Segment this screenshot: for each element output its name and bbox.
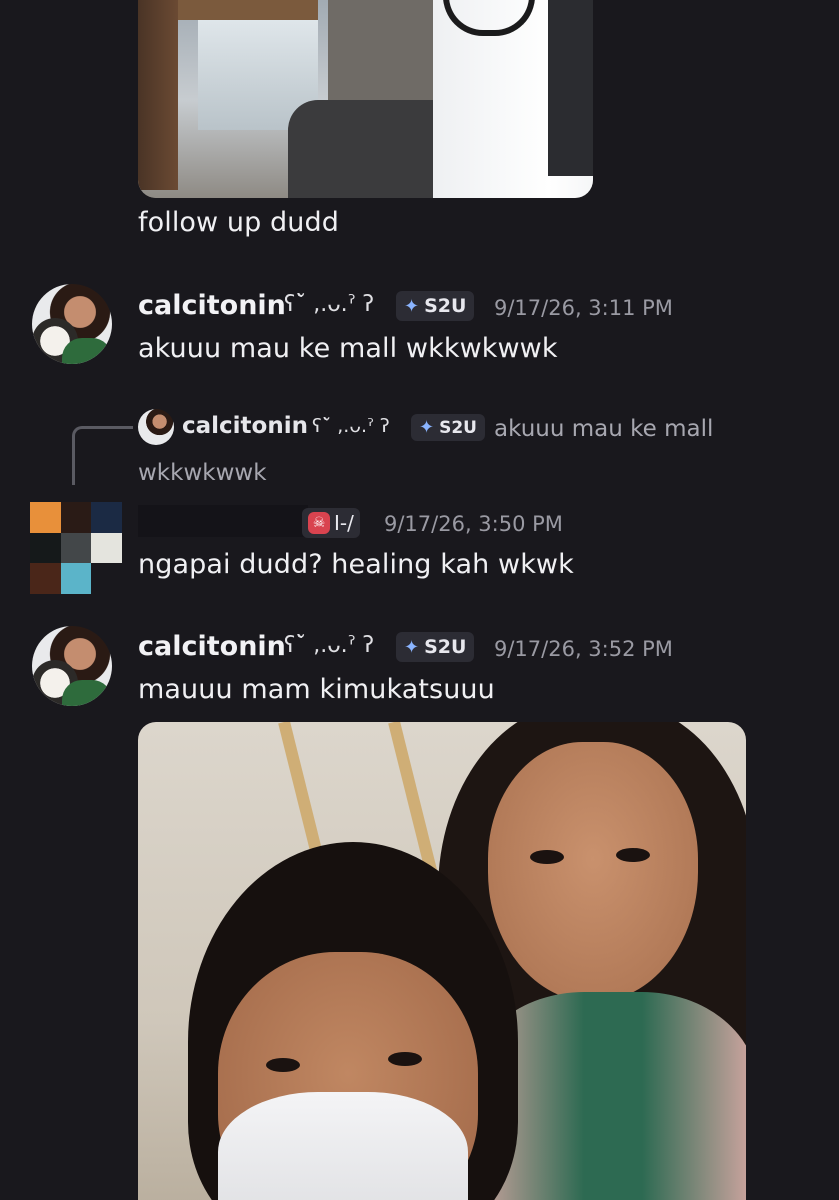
butterfly-icon: ✦ [404,636,420,658]
avatar[interactable] [32,284,112,364]
skull-icon: ☠ [308,512,330,534]
server-tag[interactable]: ✦ S2U [396,632,475,662]
username-decoration: ʕ˘̀ ,.ᴗ.ˀ ʔ [284,292,375,317]
server-tag[interactable]: ✦ S2U [396,291,475,321]
server-tag-label: S2U [424,295,467,317]
butterfly-icon: ✦ [419,417,435,438]
timestamp: 9/17/26, 3:11 PM [494,296,673,320]
reply-avatar[interactable] [138,409,174,445]
message-text: ngapai dudd? healing kah wkwk [138,549,574,580]
pixelated-avatar[interactable] [30,502,122,594]
message-text: mauuu mam kimukatsuuu [138,674,495,705]
reply-server-tag[interactable]: ✦ S2U [411,414,485,441]
image-attachment-selfie[interactable] [138,722,746,1200]
message-text: akuuu mau ke mall wkkwkwwk [138,333,558,364]
message-text: follow up dudd [138,207,339,238]
timestamp: 9/17/26, 3:50 PM [384,512,563,536]
chat-screen: follow up dudd calcitonin ʕ˘̀ ,.ᴗ.ˀ ʔ ✦ … [0,0,839,1200]
timestamp: 9/17/26, 3:52 PM [494,637,673,661]
reply-username-decoration: ʕ˘̀ ,.ᴗ.ˀ ʔ [312,415,390,437]
reply-preview-text-continued[interactable]: wkkwkwwk [138,460,267,486]
butterfly-icon: ✦ [404,295,420,317]
image-attachment-doctor[interactable] [138,0,593,198]
redacted-username[interactable] [138,505,308,537]
role-tag[interactable]: ☠ I-/ [302,508,360,538]
reply-preview-text[interactable]: akuuu mau ke mall [494,416,713,442]
username[interactable]: calcitonin [138,290,286,321]
avatar[interactable] [32,626,112,706]
role-tag-label: I-/ [334,511,354,535]
reply-connector [72,426,133,485]
username[interactable]: calcitonin [138,631,286,662]
server-tag-label: S2U [424,636,467,658]
reply-server-tag-label: S2U [439,417,477,438]
username-decoration: ʕ˘̀ ,.ᴗ.ˀ ʔ [284,633,375,658]
reply-username[interactable]: calcitonin [182,413,308,439]
